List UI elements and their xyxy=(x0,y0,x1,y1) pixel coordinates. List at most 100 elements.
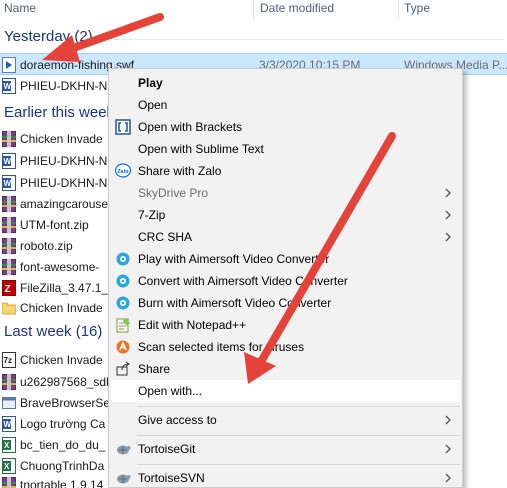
tortoisesvn-icon xyxy=(117,474,131,484)
menu-item-convert-aimersoft[interactable]: Convert with Aimersoft Video Converter xyxy=(111,270,460,292)
svg-text:Zalo: Zalo xyxy=(117,169,129,175)
column-header-type[interactable]: Type xyxy=(404,0,430,20)
media-file-icon xyxy=(2,57,16,73)
menu-item-tortoisegit[interactable]: TortoiseGit xyxy=(111,438,460,460)
menu-item-open-with-sublime[interactable]: Open with Sublime Text xyxy=(111,138,460,160)
menu-item-crc-sha[interactable]: CRC SHA xyxy=(111,226,460,248)
menu-item-label: 7-Zip xyxy=(138,208,166,222)
file-name: PHIEU-DKHN-N xyxy=(20,176,108,190)
svg-text:Z: Z xyxy=(5,284,11,295)
context-menu: Play Open Open with Brackets Open with S… xyxy=(108,68,463,488)
menu-item-label: Play with Aimersoft Video Converter xyxy=(138,252,330,266)
group-header-yesterday[interactable]: Yesterday (2) xyxy=(4,27,93,47)
word-file-icon: W xyxy=(2,416,16,432)
notepadpp-icon xyxy=(116,318,130,333)
tortoisegit-icon xyxy=(117,445,131,455)
menu-item-label: Open with Sublime Text xyxy=(138,142,264,156)
zalo-icon: Zalo xyxy=(115,163,131,178)
menu-separator xyxy=(137,464,460,465)
aimersoft-icon xyxy=(116,274,130,288)
file-name: FileZilla_3.47.1_v xyxy=(20,281,115,295)
svg-text:7z: 7z xyxy=(4,356,12,365)
menu-item-label: SkyDrive Pro xyxy=(138,186,209,200)
word-file-icon: W xyxy=(2,153,16,169)
menu-item-label: TortoiseSVN xyxy=(138,471,205,485)
menu-item-label: Share with Zalo xyxy=(138,164,222,178)
svg-text:W: W xyxy=(4,157,12,166)
menu-item-label: Play xyxy=(138,76,163,90)
zip-archive-icon xyxy=(2,477,16,488)
group-header-last-week[interactable]: Last week (16) xyxy=(4,322,102,342)
menu-item-share-with-zalo[interactable]: Zalo Share with Zalo xyxy=(111,160,460,182)
column-header-date[interactable]: Date modified xyxy=(260,0,334,20)
file-name: font-awesome- xyxy=(20,260,100,274)
menu-item-open-with[interactable]: Open with... xyxy=(111,380,460,402)
group-header-earlier-this-week[interactable]: Earlier this week xyxy=(4,103,114,123)
svg-text:X: X xyxy=(4,441,10,450)
menu-item-share[interactable]: Share xyxy=(111,358,460,380)
excel-file-icon: X xyxy=(2,437,16,453)
menu-item-label: Open with... xyxy=(138,384,203,398)
menu-item-open[interactable]: Open xyxy=(111,94,460,116)
column-divider[interactable] xyxy=(253,0,254,20)
file-name: bc_tien_do_du_ xyxy=(20,438,106,452)
menu-separator xyxy=(137,406,460,407)
menu-item-burn-aimersoft[interactable]: Burn with Aimersoft Video Converter xyxy=(111,292,460,314)
file-name: Logo trường Ca xyxy=(20,417,106,431)
menu-item-label: Give access to xyxy=(138,413,217,427)
zip-archive-icon xyxy=(2,217,16,233)
chevron-right-icon xyxy=(445,232,451,242)
menu-item-label: Scan selected items for viruses xyxy=(138,340,305,354)
column-divider[interactable] xyxy=(398,0,399,20)
menu-item-scan-viruses[interactable]: Scan selected items for viruses xyxy=(111,336,460,358)
chevron-right-icon xyxy=(445,188,451,198)
file-name: UTM-font.zip xyxy=(20,218,89,232)
menu-item-tortoisesvn[interactable]: TortoiseSVN xyxy=(111,467,460,487)
7zip-archive-icon: 7z xyxy=(2,352,16,368)
aimersoft-icon xyxy=(116,296,130,310)
excel-file-icon: X xyxy=(2,458,16,474)
svg-text:W: W xyxy=(4,420,12,429)
menu-item-open-with-brackets[interactable]: Open with Brackets xyxy=(111,116,460,138)
menu-item-skydrive-pro[interactable]: SkyDrive Pro xyxy=(111,182,460,204)
share-icon xyxy=(116,361,130,376)
zip-archive-icon xyxy=(2,259,16,275)
svg-text:X: X xyxy=(4,462,10,471)
column-header-name[interactable]: Name xyxy=(4,0,36,20)
menu-separator xyxy=(137,435,460,436)
menu-item-label: Open xyxy=(138,98,168,112)
svg-text:W: W xyxy=(4,82,12,91)
filezilla-icon: Z xyxy=(2,280,16,296)
zip-archive-icon xyxy=(2,374,16,390)
menu-item-label: CRC SHA xyxy=(138,230,193,244)
file-name: Chicken Invade xyxy=(20,301,103,315)
file-name: PHIEU-DKHN-N xyxy=(20,79,108,93)
menu-item-label: Burn with Aimersoft Video Converter xyxy=(138,296,332,310)
zip-archive-icon xyxy=(2,196,16,212)
zip-archive-icon xyxy=(2,238,16,254)
menu-item-label: Open with Brackets xyxy=(138,120,243,134)
menu-item-play[interactable]: Play xyxy=(111,72,460,94)
file-name: tnortable 1.9.14 xyxy=(20,478,104,488)
file-name: BraveBrowserSe xyxy=(20,396,111,410)
word-file-icon: W xyxy=(2,175,16,191)
chevron-right-icon xyxy=(445,473,451,483)
aimersoft-icon xyxy=(116,252,130,266)
menu-item-7zip[interactable]: 7-Zip xyxy=(111,204,460,226)
menu-item-label: Share xyxy=(138,362,171,376)
menu-item-give-access[interactable]: Give access to xyxy=(111,409,460,431)
menu-item-play-aimersoft[interactable]: Play with Aimersoft Video Converter xyxy=(111,248,460,270)
word-file-icon: W xyxy=(2,78,16,94)
file-name: amazingcarousel xyxy=(20,197,111,211)
file-name: ChuongTrinhDa xyxy=(20,459,105,473)
brackets-icon xyxy=(115,119,131,135)
group-divider xyxy=(114,39,504,40)
chevron-right-icon xyxy=(445,444,451,454)
chevron-right-icon xyxy=(445,415,451,425)
file-name: Chicken Invade xyxy=(20,353,103,367)
menu-item-edit-notepadpp[interactable]: Edit with Notepad++ xyxy=(111,314,460,336)
setup-file-icon xyxy=(2,397,16,409)
menu-item-label: TortoiseGit xyxy=(138,442,196,456)
svg-text:W: W xyxy=(4,179,12,188)
file-name: u262987568_sdb xyxy=(20,375,113,389)
